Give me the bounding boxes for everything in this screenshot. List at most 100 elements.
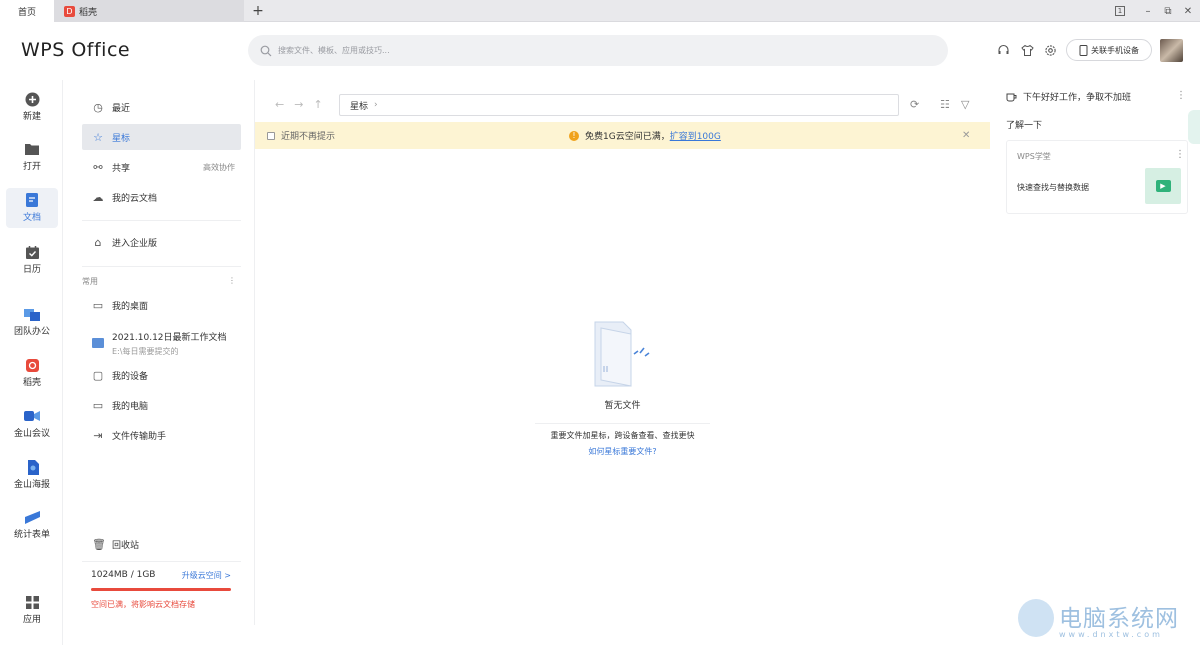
dont-remind-checkbox[interactable]: 近期不再提示 <box>267 129 335 142</box>
connect-phone-button[interactable]: 关联手机设备 <box>1066 39 1152 61</box>
tab-docer-label: 稻壳 <box>79 7 98 18</box>
storage-notice-bar: 近期不再提示 ! 免费1G云空间已满，扩容到100G ✕ <box>255 122 990 149</box>
checkbox-box[interactable] <box>267 131 275 140</box>
restore-button[interactable]: ⧉ <box>1158 0 1178 22</box>
notice-text: 免费1G云空间已满， <box>585 132 670 142</box>
nav-documents[interactable]: 文档 <box>6 188 58 228</box>
watermark-text: 电脑系统网 <box>1059 606 1179 632</box>
close-window-button[interactable]: ✕ <box>1178 0 1198 22</box>
main-content: ← → ↑ 星标 › ⟳ ☷ ▽ 近期不再提示 ! 免费1G云空间已满，扩容到1… <box>255 80 990 625</box>
card-more-icon[interactable]: ⋮ <box>1175 149 1185 160</box>
headset-icon[interactable] <box>995 42 1011 58</box>
sidebar: ◷ 最近 ☆ 星标 ⚯ 共享 高效协作 ☁ 我的云文档 ⌂ 进入企业版 常用 ⋮… <box>63 80 255 625</box>
sidebar-item-enterprise[interactable]: ⌂ 进入企业版 <box>82 229 241 255</box>
sidebar-item-desktop[interactable]: ▭ 我的桌面 <box>82 292 241 318</box>
storage-warning: 空间已满，将影响云文档存储 <box>91 600 195 609</box>
sidebar-item-label: 星标 <box>112 133 131 144</box>
filter-icon[interactable]: ▽ <box>961 98 969 111</box>
apps-icon <box>24 595 40 609</box>
new-tab-button[interactable]: + <box>250 0 266 22</box>
nav-new[interactable]: 新建 <box>6 87 58 127</box>
divider <box>82 561 241 562</box>
sidebar-item-recent[interactable]: ◷ 最近 <box>82 94 241 120</box>
sidebar-item-label: 我的设备 <box>112 371 149 382</box>
right-panel: 下午好好工作，争取不加班 ⋮ 了解一下 WPS学堂 ⋮ 快速查找与替换数据 ▶ <box>1000 80 1200 625</box>
minimize-button[interactable]: – <box>1138 0 1158 22</box>
sidebar-item-transfer[interactable]: ⇥ 文件传输助手 <box>82 422 241 448</box>
star-icon: ☆ <box>93 130 103 144</box>
nav-open-label: 打开 <box>22 162 41 172</box>
sidebar-item-starred[interactable]: ☆ 星标 <box>82 124 241 150</box>
sidebar-item-label: 文件传输助手 <box>112 431 167 442</box>
nav-poster-label: 金山海报 <box>13 480 50 490</box>
breadcrumb-current[interactable]: 星标 <box>350 99 368 112</box>
coffee-icon <box>1006 93 1017 101</box>
sidebar-item-label: 我的云文档 <box>112 193 158 204</box>
nav-team-office-label: 团队办公 <box>13 327 50 337</box>
sidebar-item-cloud-docs[interactable]: ☁ 我的云文档 <box>82 184 241 210</box>
shirt-icon[interactable] <box>1019 42 1035 58</box>
sidebar-item-label: 我的桌面 <box>112 301 149 312</box>
settings-icon[interactable] <box>1042 42 1058 58</box>
refresh-icon[interactable]: ⟳ <box>910 98 919 111</box>
nav-meeting[interactable]: 金山会议 <box>6 404 58 444</box>
folder-title: 2021.10.12日最新工作文档 <box>112 332 227 343</box>
tab-home[interactable]: 首页 <box>0 0 54 22</box>
watermark: 电脑系统网 www.dnxtw.com <box>1015 598 1195 644</box>
nav-docer[interactable]: 稻壳 <box>6 353 58 393</box>
sidebar-item-device[interactable]: ▢ 我的设备 <box>82 362 241 388</box>
common-more-icon[interactable]: ⋮ <box>228 276 236 287</box>
tab-home-label: 首页 <box>17 7 36 18</box>
poster-icon <box>24 459 40 475</box>
transfer-icon: ⇥ <box>93 428 103 442</box>
sidebar-item-computer[interactable]: ▭ 我的电脑 <box>82 392 241 418</box>
nav-arrows: ← → ↑ <box>275 98 323 111</box>
nav-form[interactable]: 统计表单 <box>6 505 58 545</box>
up-button[interactable]: ↑ <box>313 98 322 111</box>
header: WPS Office 搜索文件、模板、应用或技巧... 关联手机设备 <box>0 22 1200 80</box>
back-button[interactable]: ← <box>275 98 284 111</box>
forward-button[interactable]: → <box>294 98 303 111</box>
tab-docer[interactable]: D 稻壳 <box>54 0 244 22</box>
empty-folder-illustration <box>593 320 653 388</box>
wps-academy-card[interactable]: WPS学堂 ⋮ 快速查找与替换数据 ▶ <box>1006 140 1188 214</box>
more-options-icon[interactable]: ⋮ <box>1176 90 1186 101</box>
notice-message: ! 免费1G云空间已满，扩容到100G <box>569 129 721 142</box>
nav-team-office[interactable]: 团队办公 <box>6 302 58 342</box>
nav-apps[interactable]: 应用 <box>6 590 58 630</box>
watermark-url: www.dnxtw.com <box>1059 630 1163 639</box>
folder-icon <box>92 338 104 348</box>
floating-widget-icon[interactable] <box>1188 110 1200 144</box>
divider <box>82 266 241 267</box>
collab-label: 高效协作 <box>203 162 235 172</box>
search-icon <box>260 45 272 56</box>
sidebar-item-shared[interactable]: ⚯ 共享 高效协作 <box>82 154 241 180</box>
sidebar-item-label: 进入企业版 <box>112 238 158 249</box>
play-icon: ▶ <box>1155 180 1171 192</box>
expand-storage-link[interactable]: 扩容到100G <box>670 132 721 142</box>
nav-calendar[interactable]: 日历 <box>6 240 58 280</box>
common-section-title: 常用 ⋮ <box>82 276 236 287</box>
nav-open[interactable]: 打开 <box>6 137 58 177</box>
layout-toggle-button[interactable]: 1 <box>1108 0 1132 22</box>
list-view-icon[interactable]: ☷ <box>940 98 950 111</box>
common-title: 常用 <box>82 277 98 286</box>
search-bar[interactable]: 搜索文件、模板、应用或技巧... <box>248 35 948 66</box>
video-thumbnail[interactable]: ▶ <box>1145 168 1181 204</box>
upgrade-storage-link[interactable]: 升级云空间 > <box>182 570 231 581</box>
dont-remind-label: 近期不再提示 <box>281 132 336 142</box>
card-title: WPS学堂 <box>1017 152 1051 161</box>
trash-icon: 🗑︎ <box>92 537 106 551</box>
sidebar-item-folder[interactable]: 2021.10.12日最新工作文档 E:\每日需要提交的 <box>82 325 241 361</box>
docer-icon <box>24 358 40 372</box>
device-icon: ▢ <box>92 368 104 382</box>
how-to-star-link[interactable]: 如何星标重要文件? <box>535 446 710 457</box>
search-placeholder: 搜索文件、模板、应用或技巧... <box>278 46 390 55</box>
path-breadcrumb[interactable]: 星标 › <box>339 94 899 116</box>
sidebar-item-recycle-bin[interactable]: 🗑︎ 回收站 <box>82 531 241 557</box>
nav-apps-label: 应用 <box>22 615 41 625</box>
empty-title: 暂无文件 <box>604 401 641 411</box>
avatar[interactable] <box>1160 39 1183 62</box>
close-icon[interactable]: ✕ <box>962 130 970 141</box>
nav-poster[interactable]: 金山海报 <box>6 455 58 495</box>
